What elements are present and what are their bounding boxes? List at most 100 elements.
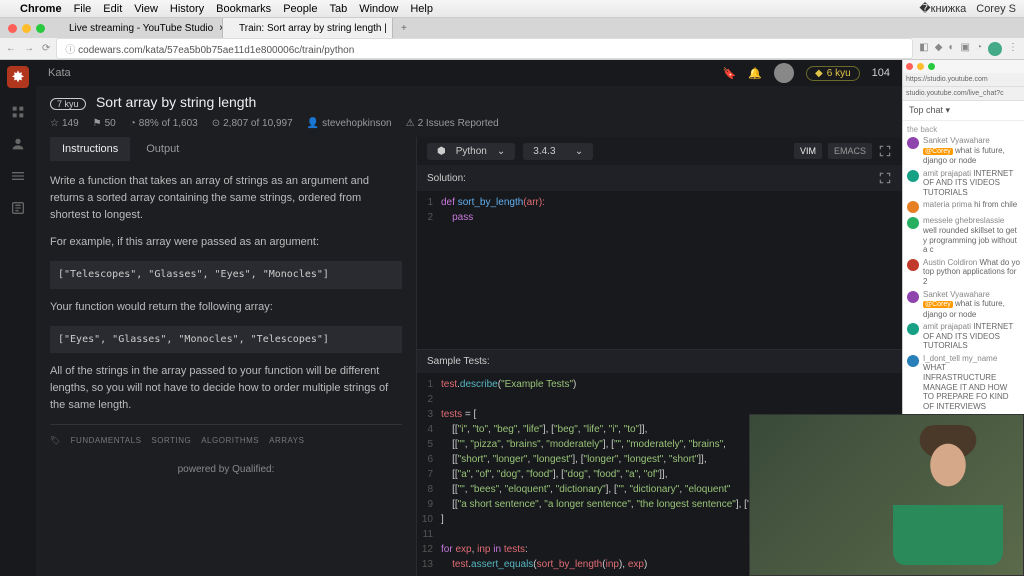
chat-avatar xyxy=(907,355,919,367)
url-input[interactable]: ⓘ codewars.com/kata/57ea5b0b75ae11d1e800… xyxy=(56,38,913,59)
solution-label: Solution: xyxy=(417,165,902,191)
tag[interactable]: ALGORITHMS xyxy=(201,435,259,447)
url-text: codewars.com/kata/57ea5b0b75ae11d1e80000… xyxy=(78,45,354,56)
sidebar-icon[interactable] xyxy=(10,136,26,152)
fullscreen-icon[interactable] xyxy=(878,144,892,158)
webcam-overlay xyxy=(749,414,1024,576)
yt-url-2[interactable]: studio.youtube.com/live_chat?c xyxy=(903,87,1024,101)
forward-button[interactable]: → xyxy=(24,43,34,54)
chat-message: Sanket Vyawahare @Corey what is future, … xyxy=(907,136,1020,166)
menu-help[interactable]: Help xyxy=(410,3,433,15)
tests-label: Sample Tests: xyxy=(417,350,902,373)
keymap-emacs[interactable]: EMACS xyxy=(828,143,872,159)
maximize-window-icon[interactable] xyxy=(928,63,935,70)
cw-sidebar xyxy=(0,60,36,576)
yt-url-1[interactable]: https://studio.youtube.com xyxy=(903,73,1024,87)
maximize-window-icon[interactable] xyxy=(36,24,45,33)
reload-button[interactable]: ⟳ xyxy=(42,43,50,54)
tag[interactable]: SORTING xyxy=(151,435,191,447)
stat-issues[interactable]: ⚠ 2 Issues Reported xyxy=(406,118,499,129)
stat-bookmarks[interactable]: ⚑ 50 xyxy=(93,118,116,129)
sidebar-icon[interactable] xyxy=(10,200,26,216)
back-button[interactable]: ← xyxy=(6,43,16,54)
tab-label: Train: Sort array by string length | xyxy=(239,23,387,34)
chevron-down-icon: ⌄ xyxy=(575,146,583,157)
sidebar-icon[interactable] xyxy=(10,104,26,120)
stat-satisfaction[interactable]: ◔ 88% of 1,603 xyxy=(130,118,198,129)
tab-instructions[interactable]: Instructions xyxy=(50,137,130,161)
chat-fragment: the back xyxy=(907,123,1020,136)
desc-p4: All of the strings in the array passed t… xyxy=(50,363,402,414)
extension-icon[interactable]: ◐ xyxy=(948,42,954,56)
menu-chrome[interactable]: Chrome xyxy=(20,3,62,15)
language-dropdown[interactable]: ⬢ Python ⌄ xyxy=(427,143,515,160)
stat-stars[interactable]: ☆ 149 xyxy=(50,118,79,129)
menu-history[interactable]: History xyxy=(170,3,204,15)
user-avatar[interactable] xyxy=(774,63,794,83)
extension-icon[interactable]: ◔ xyxy=(976,42,982,56)
bookmark-icon[interactable]: 🔖 xyxy=(723,67,737,80)
keymap-vim[interactable]: VIM xyxy=(794,143,822,159)
menu-tab[interactable]: Tab xyxy=(329,3,347,15)
wifi-icon[interactable]: �книжка xyxy=(919,2,966,15)
bell-icon[interactable]: 🔔 xyxy=(748,67,762,80)
kata-breadcrumb[interactable]: Kata xyxy=(48,67,71,79)
minimize-window-icon[interactable] xyxy=(22,24,31,33)
menu-view[interactable]: View xyxy=(134,3,158,15)
chrome-menu-icon[interactable]: ⋮ xyxy=(1008,42,1018,56)
user-name[interactable]: Corey S xyxy=(976,3,1016,15)
close-window-icon[interactable] xyxy=(8,24,17,33)
description-pane: Instructions Output Write a function tha… xyxy=(36,137,416,576)
browser-tab-youtube[interactable]: Live streaming - YouTube Studio × xyxy=(53,18,223,38)
codewars-logo[interactable] xyxy=(7,66,29,88)
code-example-2: ["Eyes", "Glasses", "Monocles", "Telesco… xyxy=(50,326,402,354)
chat-avatar xyxy=(907,201,919,213)
mac-menubar: Chrome File Edit View History Bookmarks … xyxy=(0,0,1024,18)
stat-author[interactable]: 👤 stevehopkinson xyxy=(307,118,392,129)
kata-header: 7 kyu Sort array by string length ☆ 149 … xyxy=(36,86,902,137)
menu-people[interactable]: People xyxy=(283,3,317,15)
browser-tab-codewars[interactable]: Train: Sort array by string length | × xyxy=(223,18,393,38)
editor-toolbar: ⬢ Python ⌄ 3.4.3 ⌄ VIM EMACS xyxy=(417,137,902,165)
tag[interactable]: ARRAYS xyxy=(269,435,304,447)
chat-avatar xyxy=(907,137,919,149)
chat-message: Austin Coldiron What do yo top python ap… xyxy=(907,258,1020,287)
chevron-down-icon: ⌄ xyxy=(497,146,505,157)
chat-message: I_dont_tell my_name WHAT INFRASTRUCTURE … xyxy=(907,354,1020,412)
extension-icon[interactable]: ◧ xyxy=(919,42,928,56)
extension-icon[interactable]: ▣ xyxy=(961,42,970,56)
cw-topbar: Kata 🔖 🔔 ◆ 6 kyu 104 xyxy=(36,60,902,86)
menu-bookmarks[interactable]: Bookmarks xyxy=(216,3,271,15)
chat-avatar xyxy=(907,291,919,303)
tag-icon: 🏷 xyxy=(50,435,61,447)
expand-icon[interactable] xyxy=(878,171,892,185)
desc-p1: Write a function that takes an array of … xyxy=(50,173,402,224)
desc-tabs: Instructions Output xyxy=(50,137,402,161)
close-window-icon[interactable] xyxy=(906,63,913,70)
profile-avatar[interactable] xyxy=(988,42,1002,56)
chat-avatar xyxy=(907,323,919,335)
version-dropdown[interactable]: 3.4.3 ⌄ xyxy=(523,143,593,160)
sidebar-icon[interactable] xyxy=(10,168,26,184)
solution-editor[interactable]: 1def sort_by_length(arr):2 pass xyxy=(417,191,902,349)
chat-message: messele ghebreslassie well rounded skill… xyxy=(907,216,1020,254)
stat-completed[interactable]: ⊙ 2,807 of 10,997 xyxy=(212,118,293,129)
extension-icon[interactable]: ◆ xyxy=(935,42,943,56)
tab-output[interactable]: Output xyxy=(134,137,191,161)
chat-message: materia prima hi from chile xyxy=(907,200,1020,213)
kata-title: Sort array by string length xyxy=(96,94,256,110)
chat-message: amit prajapati INTERNET OF AND ITS VIDEO… xyxy=(907,322,1020,351)
honor-pill[interactable]: ◆ 6 kyu xyxy=(806,66,860,81)
menu-edit[interactable]: Edit xyxy=(103,3,122,15)
tags-row: 🏷 FUNDAMENTALS SORTING ALGORITHMS ARRAYS xyxy=(50,424,402,447)
menu-window[interactable]: Window xyxy=(359,3,398,15)
chat-avatar xyxy=(907,217,919,229)
desc-p2: For example, if this array were passed a… xyxy=(50,234,402,251)
yt-window-controls xyxy=(903,60,1024,73)
menu-file[interactable]: File xyxy=(74,3,92,15)
chat-avatar xyxy=(907,259,919,271)
new-tab-button[interactable]: + xyxy=(393,23,415,34)
chat-header[interactable]: Top chat ▾ xyxy=(903,101,1024,121)
tag[interactable]: FUNDAMENTALS xyxy=(71,435,142,447)
minimize-window-icon[interactable] xyxy=(917,63,924,70)
